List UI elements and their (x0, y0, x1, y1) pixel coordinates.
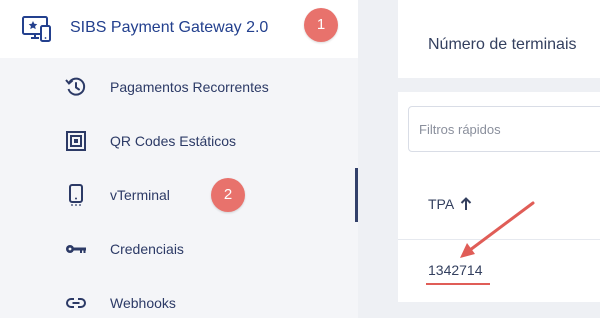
monitor-star-icon (21, 14, 53, 44)
step-badge-1: 1 (304, 8, 338, 42)
annotation-underline (426, 283, 490, 285)
key-icon (64, 237, 88, 261)
terminals-count-label: Número de terminais (428, 36, 577, 53)
sidebar-item-label: QR Codes Estáticos (110, 133, 237, 149)
sidebar-item-label: SIBS Payment Gateway 2.0 (70, 19, 269, 36)
column-header-tpa[interactable]: TPA (428, 196, 472, 212)
table-header: TPA (398, 170, 600, 240)
sidebar-item-label: Pagamentos Recorrentes (110, 79, 269, 95)
sidebar-item-label: vTerminal (110, 187, 170, 203)
column-header-label: TPA (428, 196, 455, 212)
sidebar: SIBS Payment Gateway 2.0 1 Pagamentos Re… (0, 0, 358, 318)
sidebar-item-vterminal[interactable]: vTerminal (0, 168, 355, 222)
recurring-clock-icon (64, 75, 88, 99)
terminals-card: Número de terminais (398, 0, 600, 78)
main-content: Número de terminais TPA 1342714 (358, 0, 600, 318)
sort-ascending-icon (460, 197, 472, 211)
tpa-cell: 1342714 (428, 262, 483, 278)
sidebar-item-webhooks[interactable]: Webhooks (0, 276, 355, 318)
table-row[interactable]: 1342714 (398, 240, 600, 302)
sidebar-item-credenciais[interactable]: Credenciais (0, 222, 355, 276)
sidebar-item-label: Credenciais (110, 241, 184, 257)
link-icon (64, 291, 88, 315)
qr-code-icon (64, 129, 88, 153)
mobile-terminal-icon (64, 183, 88, 207)
terminals-table-card: TPA 1342714 (398, 92, 600, 302)
quick-filter-input[interactable] (408, 106, 600, 152)
step-badge-2: 2 (211, 178, 245, 212)
sidebar-item-pagamentos-recorrentes[interactable]: Pagamentos Recorrentes (0, 60, 355, 114)
sidebar-item-qr-codes-estaticos[interactable]: QR Codes Estáticos (0, 114, 355, 168)
sidebar-item-label: Webhooks (110, 295, 176, 311)
